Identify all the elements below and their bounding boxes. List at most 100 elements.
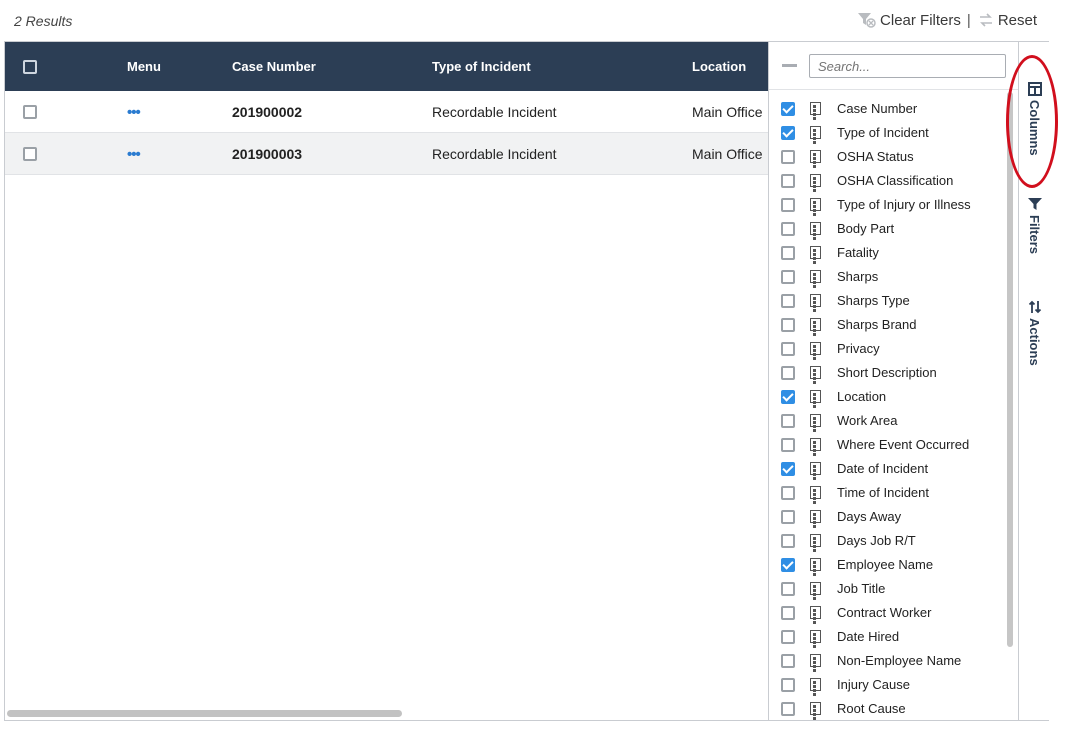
column-item[interactable]: Date Hired [769, 625, 1005, 649]
vertical-scrollbar[interactable] [1007, 92, 1013, 647]
column-item[interactable]: OSHA Status [769, 145, 1005, 169]
drag-handle-icon[interactable] [810, 462, 821, 480]
drag-handle-icon[interactable] [810, 318, 821, 336]
column-checkbox[interactable] [781, 222, 795, 236]
drag-handle-icon[interactable] [810, 366, 821, 384]
drag-handle-icon[interactable] [810, 630, 821, 648]
column-item[interactable]: Type of Injury or Illness [769, 193, 1005, 217]
column-item[interactable]: Where Event Occurred [769, 433, 1005, 457]
drag-handle-icon[interactable] [810, 534, 821, 552]
column-item[interactable]: Short Description [769, 361, 1005, 385]
columns-icon [1027, 82, 1042, 96]
columns-search-input[interactable] [809, 54, 1006, 78]
drag-handle-icon[interactable] [810, 678, 821, 696]
column-checkbox[interactable] [781, 294, 795, 308]
column-item[interactable]: Case Number [769, 97, 1005, 121]
column-checkbox[interactable] [781, 462, 795, 476]
column-item[interactable]: Contract Worker [769, 601, 1005, 625]
tab-filters[interactable]: Filters [1019, 197, 1050, 254]
column-checkbox[interactable] [781, 198, 795, 212]
column-item[interactable]: Non-Employee Name [769, 649, 1005, 673]
column-checkbox[interactable] [781, 126, 795, 140]
column-item[interactable]: Employee Name [769, 553, 1005, 577]
column-checkbox[interactable] [781, 582, 795, 596]
column-checkbox[interactable] [781, 150, 795, 164]
column-item[interactable]: Sharps [769, 265, 1005, 289]
column-item[interactable]: Type of Incident [769, 121, 1005, 145]
column-checkbox[interactable] [781, 558, 795, 572]
column-checkbox[interactable] [781, 270, 795, 284]
drag-handle-icon[interactable] [810, 246, 821, 264]
row-menu-icon[interactable]: ••• [127, 146, 141, 163]
column-item[interactable]: Date of Incident [769, 457, 1005, 481]
header-location[interactable]: Location [692, 42, 746, 91]
column-checkbox[interactable] [781, 702, 795, 716]
tab-actions[interactable]: Actions [1019, 300, 1050, 366]
column-item[interactable]: Days Away [769, 505, 1005, 529]
drag-handle-icon[interactable] [810, 390, 821, 408]
drag-handle-icon[interactable] [810, 126, 821, 144]
column-checkbox[interactable] [781, 318, 795, 332]
clear-filters-button[interactable]: Clear Filters [857, 11, 961, 29]
drag-handle-icon[interactable] [810, 174, 821, 192]
header-case-number[interactable]: Case Number [232, 42, 316, 91]
drag-handle-icon[interactable] [810, 510, 821, 528]
column-item[interactable]: Time of Incident [769, 481, 1005, 505]
drag-handle-icon[interactable] [810, 270, 821, 288]
column-checkbox[interactable] [781, 174, 795, 188]
column-checkbox[interactable] [781, 246, 795, 260]
column-checkbox[interactable] [781, 390, 795, 404]
drag-handle-icon[interactable] [810, 102, 821, 120]
column-checkbox[interactable] [781, 486, 795, 500]
column-item[interactable]: Body Part [769, 217, 1005, 241]
column-checkbox[interactable] [781, 342, 795, 356]
select-all-checkbox[interactable] [23, 59, 37, 74]
drag-handle-icon[interactable] [810, 558, 821, 576]
column-item[interactable]: Days Job R/T [769, 529, 1005, 553]
row-checkbox[interactable] [23, 147, 37, 161]
column-checkbox[interactable] [781, 414, 795, 428]
column-item[interactable]: Sharps Brand [769, 313, 1005, 337]
column-item[interactable]: Injury Cause [769, 673, 1005, 697]
column-item[interactable]: Work Area [769, 409, 1005, 433]
drag-handle-icon[interactable] [810, 486, 821, 504]
column-checkbox[interactable] [781, 366, 795, 380]
reset-button[interactable]: Reset [977, 10, 1037, 30]
column-checkbox[interactable] [781, 606, 795, 620]
column-item[interactable]: Sharps Type [769, 289, 1005, 313]
drag-handle-icon[interactable] [810, 702, 821, 720]
column-item[interactable]: Privacy [769, 337, 1005, 361]
column-checkbox[interactable] [781, 510, 795, 524]
column-checkbox[interactable] [781, 630, 795, 644]
drag-handle-icon[interactable] [810, 582, 821, 600]
column-checkbox[interactable] [781, 438, 795, 452]
tab-columns[interactable]: Columns [1019, 82, 1050, 156]
column-item[interactable]: Job Title [769, 577, 1005, 601]
drag-handle-icon[interactable] [810, 198, 821, 216]
column-checkbox[interactable] [781, 102, 795, 116]
drag-handle-icon[interactable] [810, 606, 821, 624]
drag-handle-icon[interactable] [810, 414, 821, 432]
row-menu-icon[interactable]: ••• [127, 104, 141, 121]
drag-handle-icon[interactable] [810, 222, 821, 240]
drag-handle-icon[interactable] [810, 342, 821, 360]
table-row[interactable]: ••• 201900003 Recordable Incident Main O… [5, 133, 769, 175]
column-checkbox[interactable] [781, 534, 795, 548]
column-item[interactable]: Fatality [769, 241, 1005, 265]
header-type-of-incident[interactable]: Type of Incident [432, 42, 531, 91]
drag-handle-icon[interactable] [810, 438, 821, 456]
column-checkbox[interactable] [781, 678, 795, 692]
header-menu[interactable]: Menu [127, 42, 161, 91]
column-item[interactable]: Location [769, 385, 1005, 409]
column-label: Sharps Brand [837, 317, 917, 332]
column-item[interactable]: OSHA Classification [769, 169, 1005, 193]
table-row[interactable]: ••• 201900002 Recordable Incident Main O… [5, 91, 769, 133]
column-checkbox[interactable] [781, 654, 795, 668]
drag-handle-icon[interactable] [810, 150, 821, 168]
horizontal-scrollbar[interactable] [7, 710, 402, 717]
row-checkbox[interactable] [23, 105, 37, 119]
toggle-all-columns-checkbox[interactable] [782, 64, 797, 67]
column-item[interactable]: Root Cause [769, 697, 1005, 721]
drag-handle-icon[interactable] [810, 294, 821, 312]
drag-handle-icon[interactable] [810, 654, 821, 672]
